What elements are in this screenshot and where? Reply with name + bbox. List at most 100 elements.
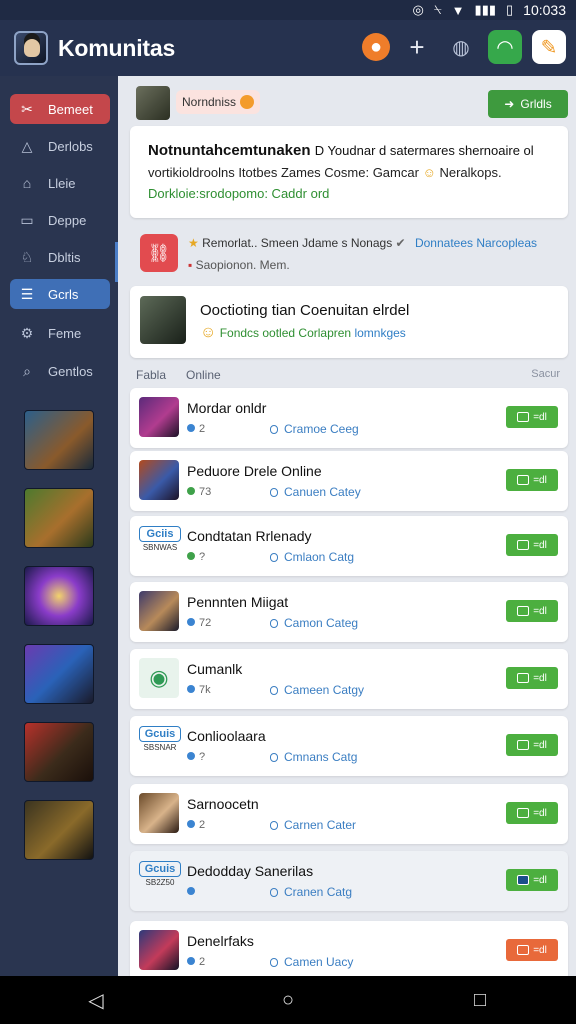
chat-icon: ◍ <box>452 36 470 59</box>
app-actions: ● + ◍ ◠ ✎ <box>362 30 566 64</box>
profile-avatar[interactable] <box>14 31 48 65</box>
row-join-button[interactable]: =dl <box>506 406 558 428</box>
join-icon <box>517 475 530 485</box>
lock-icon <box>270 686 278 695</box>
gamepad-icon: ♘ <box>20 248 34 265</box>
back-button[interactable]: ◁ <box>76 980 116 1020</box>
notice-pill[interactable]: Norndniss <box>176 90 261 114</box>
sidebar-item-gcrls[interactable]: ☰ Gcrls <box>10 279 110 309</box>
news-item[interactable]: ⛓ ★ Remorlat.. Smeen Jdame s Nonags ✔ Do… <box>130 226 568 286</box>
row-meta: ? <box>187 751 205 763</box>
row-category: Camon Categ <box>270 616 358 630</box>
game-thumbnail[interactable] <box>24 488 94 548</box>
game-thumbnail[interactable] <box>24 800 94 860</box>
row-join-button[interactable]: =dl <box>506 939 558 961</box>
row-category-text: Cramoe Ceeg <box>284 422 359 436</box>
game-thumbnail[interactable] <box>24 566 94 626</box>
add-button[interactable]: + <box>400 30 434 64</box>
list-item[interactable]: Peduore Drele Online 73 Canuen Catey =dl <box>130 451 568 511</box>
row-button-label: =dl <box>533 672 547 684</box>
pencil-icon: ✎ <box>540 36 558 59</box>
row-avatar <box>139 460 179 500</box>
online-dot-icon <box>187 887 195 895</box>
arrow-icon: ➜ <box>504 97 515 111</box>
row-meta-value: 2 <box>199 956 206 968</box>
community-button[interactable]: ◠ <box>488 30 522 64</box>
row-button-label: =dl <box>533 807 547 819</box>
game-thumbnail[interactable] <box>24 722 94 782</box>
row-join-button[interactable]: =dl <box>506 667 558 689</box>
news-line: ★ Remorlat.. Smeen Jdame s Nonags ✔ Donn… <box>188 236 537 250</box>
row-avatar <box>139 930 179 970</box>
row-logo: Gcuis SBSNAR <box>139 726 181 752</box>
recents-button[interactable]: □ <box>460 980 500 1020</box>
list-item[interactable]: Pennnten Miigat 72 Camon Categ =dl <box>130 582 568 642</box>
lock-icon <box>270 888 278 897</box>
smile-icon: ☺ <box>200 324 217 341</box>
sidebar-item-bemeet[interactable]: ✂ Bemeet <box>10 94 110 124</box>
row-join-button[interactable]: =dl <box>506 600 558 622</box>
row-category: Cranen Catg <box>270 885 352 899</box>
list-item[interactable]: Mordar onldr 2 Cramoe Ceeg =dl <box>130 388 568 448</box>
status-bar: ◎ ⍀ ▼ ▮▮▮ ▯ 10:033 <box>0 0 576 20</box>
row-meta: 2 <box>187 819 205 831</box>
status-time: 10:033 <box>523 2 566 18</box>
row-avatar <box>139 397 179 437</box>
row-button-label: =dl <box>533 605 547 617</box>
notice-action-button[interactable]: ➜ Grldls <box>488 90 568 118</box>
game-thumbnail[interactable] <box>24 410 94 470</box>
online-dot-icon <box>187 487 195 495</box>
home-button[interactable]: ○ <box>268 980 308 1020</box>
row-join-button[interactable]: =dl <box>506 534 558 556</box>
sidebar-item-derlobs[interactable]: △ Derlobs <box>10 131 110 161</box>
online-dot-icon <box>187 552 195 560</box>
row-category-text: Cranen Catg <box>284 885 353 899</box>
star-icon: ★ <box>188 236 199 250</box>
sidebar-item-feme[interactable]: ⚙ Feme <box>10 318 110 348</box>
sidebar-item-gentlos[interactable]: ⌕ Gentlos <box>10 356 110 386</box>
join-icon <box>517 540 530 550</box>
join-icon <box>517 875 530 885</box>
lock-icon <box>270 553 278 562</box>
row-join-button[interactable]: =dl <box>506 734 558 756</box>
row-avatar: ◉ <box>139 658 179 698</box>
list-item[interactable]: ◉ Cumanlk 7k Cameen Catgy =dl <box>130 649 568 709</box>
row-category: Cramoe Ceeg <box>270 422 359 436</box>
row-meta-value: 72 <box>199 617 212 629</box>
home-icon: ⌂ <box>22 175 32 191</box>
row-avatar <box>139 591 179 631</box>
row-join-button[interactable]: =dl <box>506 802 558 824</box>
list-item[interactable]: Sarnoocetn 2 Carnen Cater =dl <box>130 784 568 844</box>
notification-button[interactable]: ● <box>362 33 390 61</box>
sidebar-item-lleie[interactable]: ⌂ Lleie <box>10 168 110 198</box>
online-dot-icon <box>187 957 195 965</box>
list-item[interactable]: Gcuis SBSNAR Conlioolaara ? Cmnans Catg =… <box>130 716 568 776</box>
sidebar-item-deppe[interactable]: ▭ Deppe <box>10 205 110 235</box>
news-line-text: Remorlat.. Smeen Jdame s Nonags <box>202 236 393 250</box>
chat-button[interactable]: ◍ <box>444 30 478 64</box>
wifi-icon: ▼ <box>451 2 465 18</box>
row-meta-value: ? <box>199 551 206 563</box>
row-meta-value: 2 <box>199 423 206 435</box>
row-join-button[interactable]: =dl <box>506 869 558 891</box>
sidebar-item-dbltis[interactable]: ♘ Dbltis <box>10 242 110 272</box>
feature-card[interactable]: Ooctioting tian Coenuitan elrdel ☺ Fondc… <box>130 286 568 358</box>
lock-icon <box>270 821 278 830</box>
recents-icon: □ <box>473 988 487 1011</box>
home-circle-icon: ○ <box>281 988 295 1011</box>
feature-avatar <box>140 296 186 344</box>
list-item[interactable]: Gcuis SB2Z50 Dedodday Sanerilas Cranen Ca… <box>130 851 568 911</box>
join-icon <box>517 740 530 750</box>
news-link[interactable]: Donnatees Narcopleas <box>415 236 537 250</box>
list-header: Fabla Online Sacur <box>136 368 566 382</box>
game-thumbnail[interactable] <box>24 644 94 704</box>
row-button-label: =dl <box>533 739 547 751</box>
notice-avatar <box>136 86 170 120</box>
search-icon: ⌕ <box>23 362 31 379</box>
list-item[interactable]: Denelrfaks 2 Camen Uacy =dl <box>130 921 568 981</box>
row-join-button[interactable]: =dl <box>506 469 558 491</box>
join-icon <box>517 606 530 616</box>
list-item[interactable]: Gciis SBNWAS Condtatan Rrlenady ? Cmlaon … <box>130 516 568 576</box>
announcement-card[interactable]: Notnuntahcemtunaken D Youdnar d satermar… <box>130 126 568 218</box>
edit-button[interactable]: ✎ <box>532 30 566 64</box>
